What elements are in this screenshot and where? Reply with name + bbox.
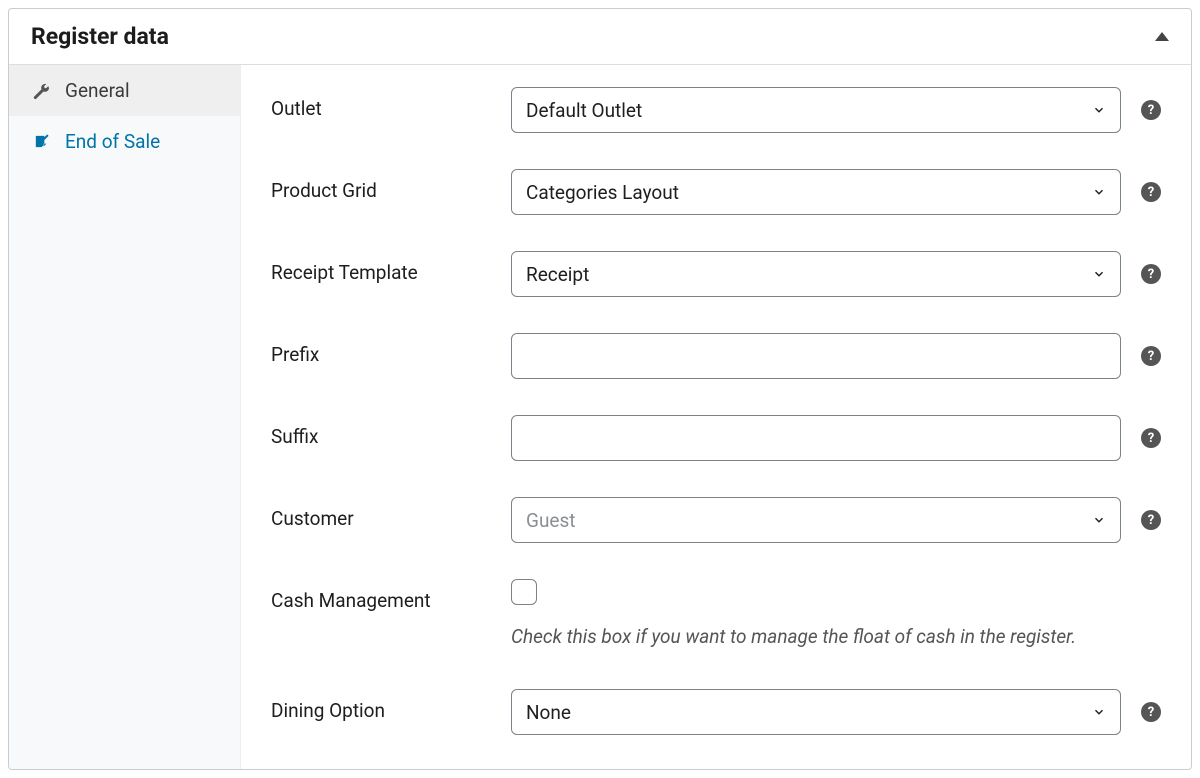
- collapse-toggle-icon[interactable]: [1155, 32, 1169, 41]
- chevron-down-icon: [1092, 103, 1106, 117]
- select-dining-option-value: None: [526, 701, 571, 724]
- panel-body: General End of Sale Outlet Default Outle…: [9, 65, 1191, 769]
- label-dining-option: Dining Option: [271, 689, 511, 722]
- sidebar: General End of Sale: [9, 65, 241, 769]
- select-customer-placeholder: Guest: [526, 509, 576, 532]
- select-receipt-template-value: Receipt: [526, 263, 589, 286]
- row-prefix: Prefix ?: [271, 333, 1161, 379]
- help-icon[interactable]: ?: [1141, 702, 1161, 722]
- chevron-down-icon: [1092, 705, 1106, 719]
- tab-label: General: [65, 79, 130, 102]
- form-content: Outlet Default Outlet ? Product: [241, 65, 1191, 769]
- help-icon[interactable]: ?: [1141, 264, 1161, 284]
- label-outlet: Outlet: [271, 87, 511, 120]
- chevron-down-icon: [1092, 267, 1106, 281]
- row-product-grid: Product Grid Categories Layout ?: [271, 169, 1161, 215]
- input-suffix[interactable]: [511, 415, 1121, 461]
- label-prefix: Prefix: [271, 333, 511, 366]
- select-customer[interactable]: Guest: [511, 497, 1121, 543]
- help-icon[interactable]: ?: [1141, 100, 1161, 120]
- row-dining-option: Dining Option None ?: [271, 689, 1161, 735]
- register-data-panel: Register data General End of Sale Outlet: [8, 8, 1192, 770]
- label-suffix: Suffix: [271, 415, 511, 448]
- row-customer: Customer Guest ?: [271, 497, 1161, 543]
- note-edit-icon: [31, 133, 51, 150]
- wrench-icon: [31, 82, 51, 100]
- row-cash-management: Cash Management Check this box if you wa…: [271, 579, 1161, 653]
- help-icon[interactable]: ?: [1141, 182, 1161, 202]
- label-customer: Customer: [271, 497, 511, 530]
- tab-general[interactable]: General: [9, 65, 240, 116]
- cash-management-help-text: Check this box if you want to manage the…: [511, 621, 1101, 653]
- label-cash-management: Cash Management: [271, 579, 511, 612]
- tab-end-of-sale[interactable]: End of Sale: [9, 116, 240, 167]
- select-receipt-template[interactable]: Receipt: [511, 251, 1121, 297]
- tab-label: End of Sale: [65, 130, 160, 153]
- chevron-down-icon: [1092, 185, 1106, 199]
- row-suffix: Suffix ?: [271, 415, 1161, 461]
- input-prefix[interactable]: [511, 333, 1121, 379]
- help-icon[interactable]: ?: [1141, 428, 1161, 448]
- chevron-down-icon: [1092, 513, 1106, 527]
- select-dining-option[interactable]: None: [511, 689, 1121, 735]
- row-outlet: Outlet Default Outlet ?: [271, 87, 1161, 133]
- help-icon[interactable]: ?: [1141, 510, 1161, 530]
- panel-header: Register data: [9, 9, 1191, 65]
- select-product-grid[interactable]: Categories Layout: [511, 169, 1121, 215]
- panel-title: Register data: [31, 23, 169, 50]
- select-product-grid-value: Categories Layout: [526, 181, 679, 204]
- help-icon[interactable]: ?: [1141, 346, 1161, 366]
- select-outlet-value: Default Outlet: [526, 99, 642, 122]
- row-receipt-template: Receipt Template Receipt ?: [271, 251, 1161, 297]
- select-outlet[interactable]: Default Outlet: [511, 87, 1121, 133]
- label-product-grid: Product Grid: [271, 169, 511, 202]
- checkbox-cash-management[interactable]: [511, 579, 537, 605]
- label-receipt-template: Receipt Template: [271, 251, 511, 284]
